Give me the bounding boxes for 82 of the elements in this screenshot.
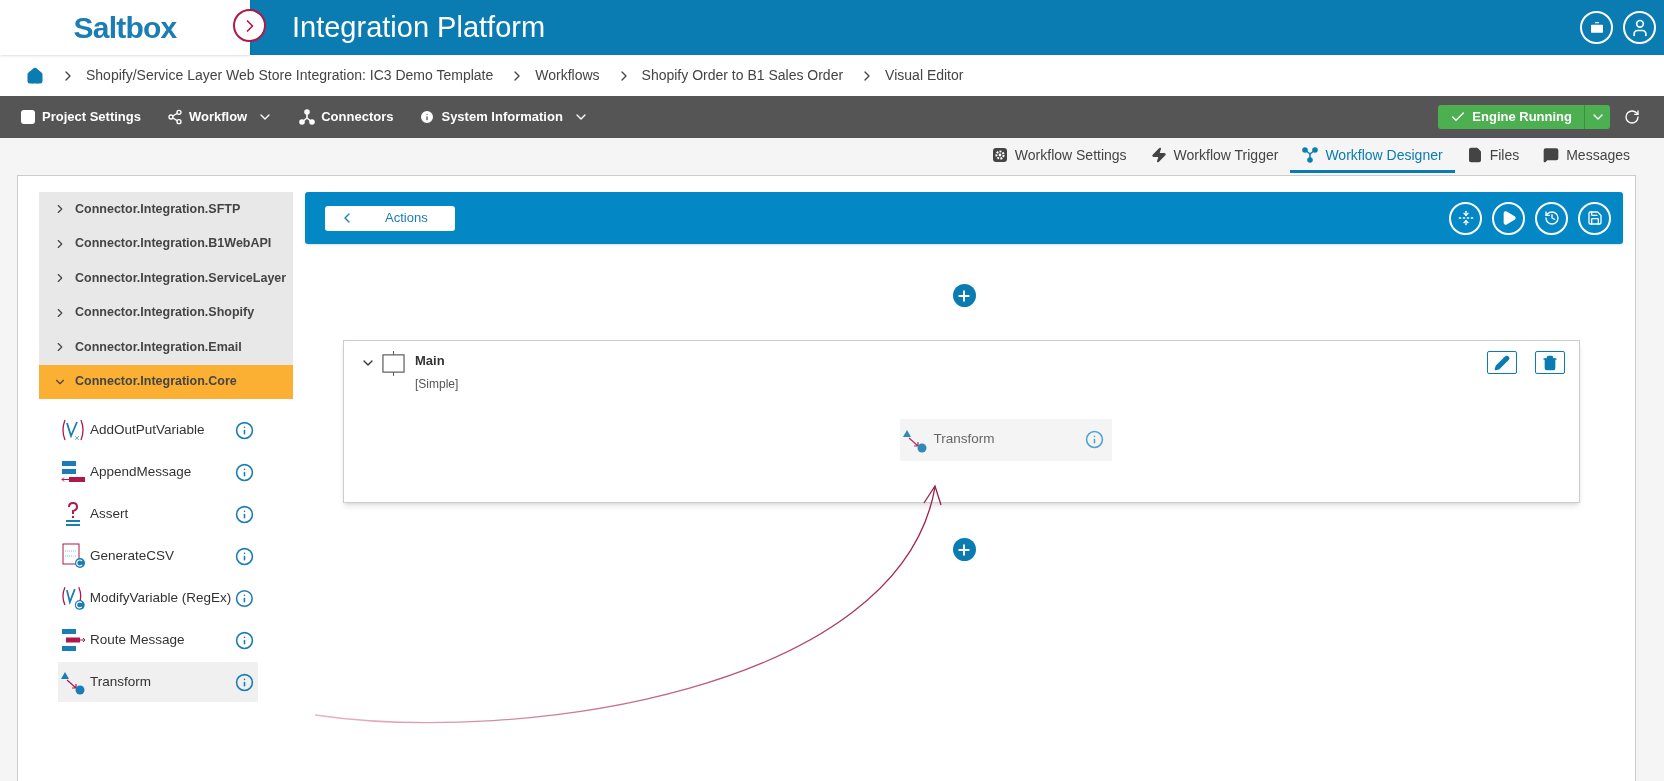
history-icon bbox=[1543, 210, 1560, 226]
connector-group[interactable]: Connector.Integration.Email bbox=[39, 330, 293, 365]
app-title: Integration Platform bbox=[292, 9, 546, 45]
dropdown-button[interactable] bbox=[1584, 105, 1610, 129]
append-icon bbox=[60, 459, 86, 485]
info-icon[interactable] bbox=[235, 672, 254, 692]
breadcrumb-link[interactable]: Shopify/Service Layer Web Store Integration: IC3 Demo Template bbox=[86, 65, 494, 86]
action-item[interactable]: Route Message bbox=[58, 620, 258, 660]
info-icon[interactable] bbox=[235, 420, 254, 440]
tab[interactable]: Workflow Settings bbox=[979, 140, 1139, 173]
file-icon bbox=[1466, 147, 1483, 163]
info-icon[interactable] bbox=[235, 630, 254, 650]
briefcase-icon bbox=[1588, 19, 1605, 36]
save-button[interactable] bbox=[1578, 201, 1611, 235]
block-icon bbox=[382, 351, 405, 376]
route-icon bbox=[60, 627, 86, 653]
tab[interactable]: Messages bbox=[1531, 140, 1642, 173]
action-label: Transform bbox=[90, 672, 152, 691]
block-title: Main bbox=[415, 352, 446, 370]
action-label: AppendMessage bbox=[90, 462, 193, 481]
action-item[interactable]: Assert bbox=[58, 494, 258, 534]
action-label: Transform bbox=[933, 430, 996, 449]
briefcase-button[interactable] bbox=[1580, 11, 1613, 44]
expand-button[interactable] bbox=[233, 9, 266, 42]
info-icon bbox=[419, 109, 436, 125]
history-button[interactable] bbox=[1535, 201, 1568, 235]
breadcrumb-link[interactable]: Workflows bbox=[535, 65, 600, 86]
action-item[interactable]: Transform bbox=[58, 662, 258, 702]
variable-icon bbox=[60, 417, 86, 443]
connector-group[interactable]: Connector.Integration.B1WebAPI bbox=[39, 226, 293, 261]
edit-button[interactable] bbox=[1487, 351, 1517, 374]
action-label: Assert bbox=[90, 504, 130, 523]
connectors-icon bbox=[1302, 147, 1319, 163]
action-label: GenerateCSV bbox=[90, 546, 176, 565]
plus-icon bbox=[956, 287, 972, 304]
action-node[interactable]: Transform bbox=[899, 418, 1112, 461]
tab[interactable]: Workflow Trigger bbox=[1138, 140, 1291, 173]
user-button[interactable] bbox=[1623, 11, 1656, 44]
refresh-icon[interactable] bbox=[1624, 109, 1640, 125]
share-icon bbox=[166, 109, 183, 125]
breadcrumb-link[interactable]: Visual Editor bbox=[885, 65, 964, 86]
logo: Saltbox bbox=[73, 10, 177, 46]
connectors-icon bbox=[299, 109, 316, 125]
action-label: AddOutPutVariable bbox=[90, 420, 206, 439]
action-label: Route Message bbox=[90, 630, 186, 649]
pencil-icon bbox=[1494, 354, 1510, 371]
connector-group[interactable]: Connector.Integration.Shopify bbox=[39, 295, 293, 330]
variable-icon bbox=[60, 585, 86, 611]
action-item[interactable]: AppendMessage bbox=[58, 452, 258, 492]
action-item[interactable]: GenerateCSV bbox=[58, 536, 258, 576]
block-type: [Simple] bbox=[415, 375, 459, 393]
info-icon[interactable] bbox=[1084, 430, 1104, 449]
save-icon bbox=[1586, 210, 1603, 226]
back-button[interactable]: Actions bbox=[325, 205, 455, 231]
lightning-icon bbox=[1150, 147, 1167, 163]
add-button[interactable] bbox=[952, 538, 976, 561]
connector-group[interactable]: Connector.Integration.ServiceLayer bbox=[39, 261, 293, 296]
trash-icon bbox=[1542, 354, 1558, 371]
info-icon[interactable] bbox=[235, 462, 254, 482]
connector-group[interactable]: Connector.Integration.SFTP bbox=[39, 192, 293, 227]
info-icon[interactable] bbox=[235, 504, 254, 524]
action-item[interactable]: AddOutPutVariable bbox=[58, 410, 258, 450]
add-button[interactable] bbox=[952, 284, 976, 307]
csv-file-icon bbox=[60, 543, 86, 569]
message-icon bbox=[1543, 147, 1560, 163]
action-label: ModifyVariable (RegEx) bbox=[89, 588, 232, 607]
menu-item[interactable]: System Information bbox=[419, 107, 589, 127]
menu-item[interactable]: Project Settings bbox=[20, 107, 141, 127]
breadcrumb-link[interactable]: Shopify Order to B1 Sales Order bbox=[641, 65, 844, 86]
collapse-icon bbox=[1457, 210, 1474, 226]
action-item[interactable]: ModifyVariable (RegEx) bbox=[58, 578, 258, 618]
delete-button[interactable] bbox=[1535, 351, 1565, 374]
info-icon[interactable] bbox=[235, 546, 254, 566]
connector-group[interactable]: Connector.Integration.Core bbox=[39, 364, 293, 399]
plus-icon bbox=[956, 541, 972, 558]
menu-item[interactable]: Connectors bbox=[299, 107, 394, 127]
run-button[interactable] bbox=[1492, 201, 1525, 235]
tab[interactable]: Files bbox=[1454, 140, 1532, 173]
collapse-button[interactable] bbox=[1449, 201, 1482, 235]
menu-item[interactable]: Workflow bbox=[166, 107, 274, 127]
info-icon[interactable] bbox=[235, 588, 254, 608]
home-icon[interactable] bbox=[26, 66, 44, 85]
